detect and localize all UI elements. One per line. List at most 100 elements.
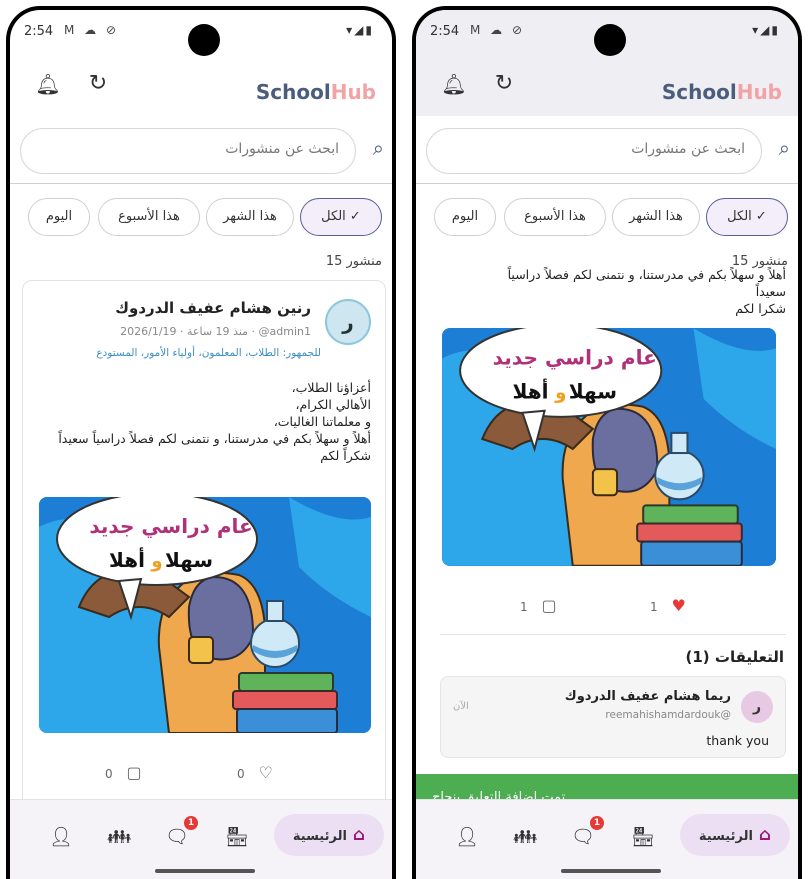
search-input[interactable] (465, 141, 745, 157)
post-image[interactable]: عام دراسي جديد أهلا و سهلا (442, 328, 776, 566)
profile-icon[interactable]: 👤︎ (46, 822, 76, 852)
brand-part-1: School (661, 80, 737, 104)
comments-title: التعليقات (1) (685, 648, 785, 666)
post-actions: 1 ▢ 1 ♥ (416, 592, 798, 622)
filter-month[interactable]: هذا الشهر (206, 198, 294, 236)
heart-filled-icon[interactable]: ♥ (671, 596, 685, 615)
comment-count: 1 (520, 600, 528, 614)
filter-chips: اليوم هذا الأسبوع هذا الشهر الكل ✓ (416, 198, 798, 240)
home-indicator (561, 869, 661, 873)
post-meta: admin1@ · منذ 19 ساعة · 2026/1/19 (120, 325, 311, 338)
post-line: و معلماتنا الغاليات، (273, 414, 371, 429)
post-author: رنين هشام عفيف الدردوك (115, 299, 311, 317)
app-header: 🔔︎ ↻ SchoolHub (10, 56, 392, 116)
filter-chips: اليوم هذا الأسبوع هذا الشهر الكل ✓ (10, 198, 392, 240)
image-greeting-and: و (150, 551, 162, 572)
school-backpack-illustration: عام دراسي جديد أهلا و سهلا (442, 328, 776, 566)
like-action[interactable]: 0 ♡ (237, 763, 273, 782)
phone-left: 2:54 M ☁ ⊘ ▾◢▮ 🔔︎ ↻ SchoolHub ⌕ اليوم هذ… (6, 6, 396, 879)
camera-cutout (188, 24, 220, 56)
heart-outline-icon[interactable]: ♡ (258, 763, 272, 782)
nav-home[interactable]: ⌂ الرئيسية (274, 814, 384, 856)
filter-week[interactable]: هذا الأسبوع (504, 198, 606, 236)
status-bar: 2:54 M ☁ ⊘ ▾◢▮ (10, 10, 392, 56)
post-actions: 0 ▢ 0 ♡ (23, 759, 385, 789)
filter-week[interactable]: هذا الأسبوع (98, 198, 200, 236)
brand-part-2: Hub (330, 80, 376, 104)
search-input[interactable] (59, 141, 339, 157)
bottom-nav: 👤︎ 👪︎ 🗨︎ 1 🏪︎ ⌂الرئيسية (10, 799, 392, 879)
image-greeting-and: و (554, 383, 566, 404)
comment-author: ريما هشام عفيف الدردوك (564, 689, 731, 704)
family-icon[interactable]: 👪︎ (510, 822, 540, 852)
image-greeting-1: أهلا (512, 378, 548, 404)
comment-icon[interactable]: ▢ (126, 763, 141, 782)
refresh-icon[interactable]: ↻ (490, 70, 518, 98)
screen-left: 2:54 M ☁ ⊘ ▾◢▮ 🔔︎ ↻ SchoolHub ⌕ اليوم هذ… (10, 10, 392, 879)
like-action[interactable]: 1 ♥ (650, 596, 686, 615)
home-label: الرئيسية (698, 829, 753, 844)
divider (440, 634, 786, 635)
home-icon: ⌂ (758, 825, 772, 845)
bottom-nav: 👤︎ 👪︎ 🗨︎ 1 🏪︎ ⌂الرئيسية (416, 799, 798, 879)
search-bar: ⌕ (416, 124, 798, 184)
post-count: منشور 15 (325, 254, 382, 269)
status-time: 2:54 (430, 24, 460, 39)
comment-count: 0 (105, 767, 113, 781)
comment-avatar: ر (741, 691, 773, 723)
search-icon[interactable]: ⌕ (779, 136, 790, 160)
comment-card[interactable]: ر ريما هشام عفيف الدردوك reemahishamdard… (440, 676, 786, 758)
post-line: أهلاً و سهلاً بكم في مدرستنا، و نتمنى لك… (507, 267, 786, 282)
school-backpack-illustration: عام دراسي جديد أهلا و سهلا (39, 497, 371, 733)
nav-home[interactable]: ⌂ الرئيسية (680, 814, 790, 856)
image-greeting-1: أهلا (109, 546, 145, 572)
image-greeting-2: سهلا (165, 548, 213, 572)
brand-part-2: Hub (736, 80, 782, 104)
home-label: الرئيسية (292, 829, 347, 844)
notification-icons: M ☁ ⊘ (470, 23, 526, 37)
bell-icon[interactable]: 🔔︎ (440, 70, 468, 98)
bell-icon[interactable]: 🔔︎ (34, 70, 62, 98)
search-box (426, 128, 762, 174)
filter-today[interactable]: اليوم (28, 198, 90, 236)
filter-all[interactable]: الكل ✓ (300, 198, 382, 236)
post-card[interactable]: ر رنين هشام عفيف الدردوك admin1@ · منذ 1… (22, 280, 386, 810)
post-line: الأهالي الكرام، (295, 397, 371, 412)
phone-right: 2:54 M ☁ ⊘ ▾◢▮ 🔔︎ ↻ SchoolHub ⌕ اليوم هذ… (412, 6, 802, 879)
like-count: 0 (237, 767, 245, 781)
post-image[interactable]: عام دراسي جديد أهلا و سهلا (39, 497, 371, 733)
home-indicator (155, 869, 255, 873)
comment-action[interactable]: 0 ▢ (105, 763, 142, 782)
post-line: أهلاً و سهلاً بكم في مدرستنا، و نتمنى لك… (58, 431, 371, 446)
post-body: أعزاؤنا الطلاب، الأهالي الكرام، و معلمات… (51, 379, 371, 464)
avatar: ر (325, 299, 371, 345)
post-body-scrolled: أهلاً و سهلاً بكم في مدرستنا، و نتمنى لك… (456, 267, 786, 317)
brand-part-1: School (255, 80, 331, 104)
image-title: عام دراسي جديد (89, 514, 252, 539)
post-line: أعزاؤنا الطلاب، (291, 380, 371, 395)
store-icon[interactable]: 🏪︎ (628, 822, 658, 852)
comment-text: thank you (706, 733, 769, 748)
brand-logo: SchoolHub (662, 80, 782, 104)
status-bar: 2:54 M ☁ ⊘ ▾◢▮ (416, 10, 798, 56)
comment-username: reemahishamdardouk@ (605, 709, 731, 721)
refresh-icon[interactable]: ↻ (84, 70, 112, 98)
post-audience: للجمهور: الطلاب، المعلمون، أولياء الأمور… (96, 347, 321, 359)
comment-time: الآن (453, 701, 469, 712)
search-icon[interactable]: ⌕ (373, 136, 384, 160)
profile-icon[interactable]: 👤︎ (452, 822, 482, 852)
filter-month[interactable]: هذا الشهر (612, 198, 700, 236)
family-icon[interactable]: 👪︎ (104, 822, 134, 852)
status-time: 2:54 (24, 24, 54, 39)
filter-all[interactable]: الكل ✓ (706, 198, 788, 236)
brand-logo: SchoolHub (256, 80, 376, 104)
screen-right: 2:54 M ☁ ⊘ ▾◢▮ 🔔︎ ↻ SchoolHub ⌕ اليوم هذ… (416, 10, 798, 879)
signal-battery-icons: ▾◢▮ (752, 23, 780, 37)
store-icon[interactable]: 🏪︎ (222, 822, 252, 852)
home-icon: ⌂ (352, 825, 366, 845)
search-box (20, 128, 356, 174)
comment-action[interactable]: 1 ▢ (520, 596, 557, 615)
filter-today[interactable]: اليوم (434, 198, 496, 236)
notification-icons: M ☁ ⊘ (64, 23, 120, 37)
comment-icon[interactable]: ▢ (541, 596, 556, 615)
